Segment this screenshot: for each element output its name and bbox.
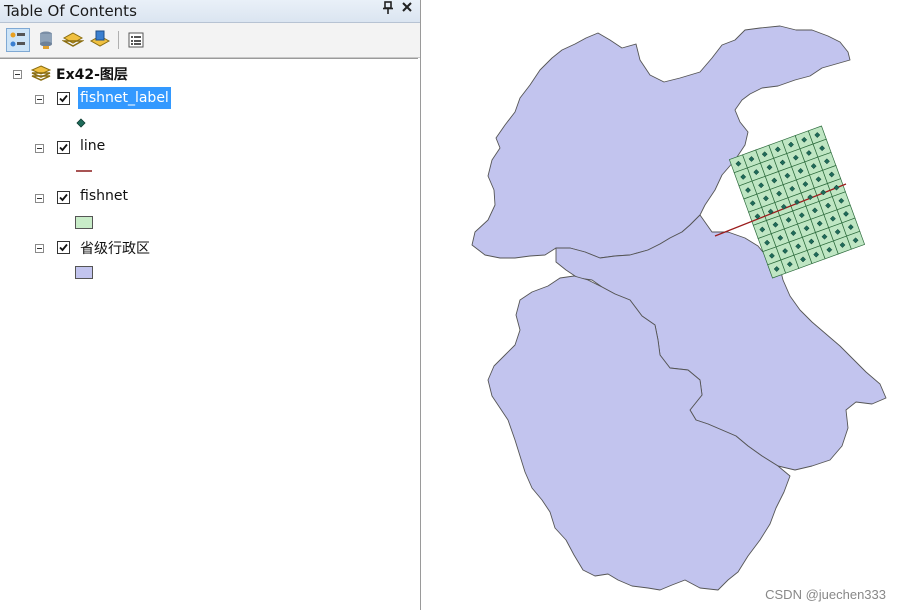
layer-expander-fishnet[interactable] [35, 194, 44, 203]
toc-title-bar: Table Of Contents [0, 0, 420, 23]
layer-tree: Ex42-图层 fishnet_label line fishnet 省级行政区 [0, 58, 418, 611]
map-canvas[interactable] [425, 0, 900, 610]
data-frame-layers-icon [30, 64, 52, 86]
layer-checkbox-line[interactable] [57, 141, 70, 154]
toc-title: Table Of Contents [4, 2, 137, 20]
layer-checkbox-fishnet-label[interactable] [57, 92, 70, 105]
toolbar-separator [118, 31, 119, 49]
close-icon[interactable] [401, 0, 413, 18]
list-by-selection-button[interactable] [88, 28, 112, 52]
list-by-drawing-order-button[interactable] [6, 28, 30, 52]
data-frame-expander[interactable] [13, 70, 22, 79]
drawing-order-icon [10, 32, 25, 47]
layer-checkbox-fishnet[interactable] [57, 191, 70, 204]
pin-icon[interactable] [382, 1, 394, 19]
province-fill-symbol-icon [75, 266, 93, 279]
layer-label-fishnet-label[interactable]: fishnet_label [78, 87, 171, 109]
layer-expander-line[interactable] [35, 144, 44, 153]
watermark-text: CSDN @juechen333 [765, 587, 886, 602]
data-frame-label[interactable]: Ex42-图层 [56, 64, 128, 84]
list-by-source-button[interactable] [34, 28, 58, 52]
selection-layers-icon [89, 30, 111, 47]
line-symbol-icon [76, 170, 92, 172]
list-by-visibility-button[interactable] [61, 28, 85, 52]
layers-icon [62, 32, 84, 47]
layer-label-line[interactable]: line [80, 138, 105, 154]
database-icon [40, 31, 52, 49]
map-view[interactable]: CSDN @juechen333 [425, 0, 900, 610]
toc-toolbar [0, 23, 420, 58]
layer-expander-fishnet-label[interactable] [35, 95, 44, 104]
options-icon [128, 32, 144, 48]
layer-checkbox-province[interactable] [57, 241, 70, 254]
fishnet-fill-symbol-icon [75, 216, 93, 229]
layer-label-province[interactable]: 省级行政区 [80, 238, 150, 258]
layer-expander-province[interactable] [35, 244, 44, 253]
table-of-contents-panel: Table Of Contents Ex42-图层 fishnet_label … [0, 0, 421, 610]
province-layer [471, 25, 887, 591]
options-button[interactable] [124, 28, 148, 52]
layer-label-fishnet[interactable]: fishnet [80, 188, 128, 204]
point-symbol-icon [76, 118, 86, 128]
